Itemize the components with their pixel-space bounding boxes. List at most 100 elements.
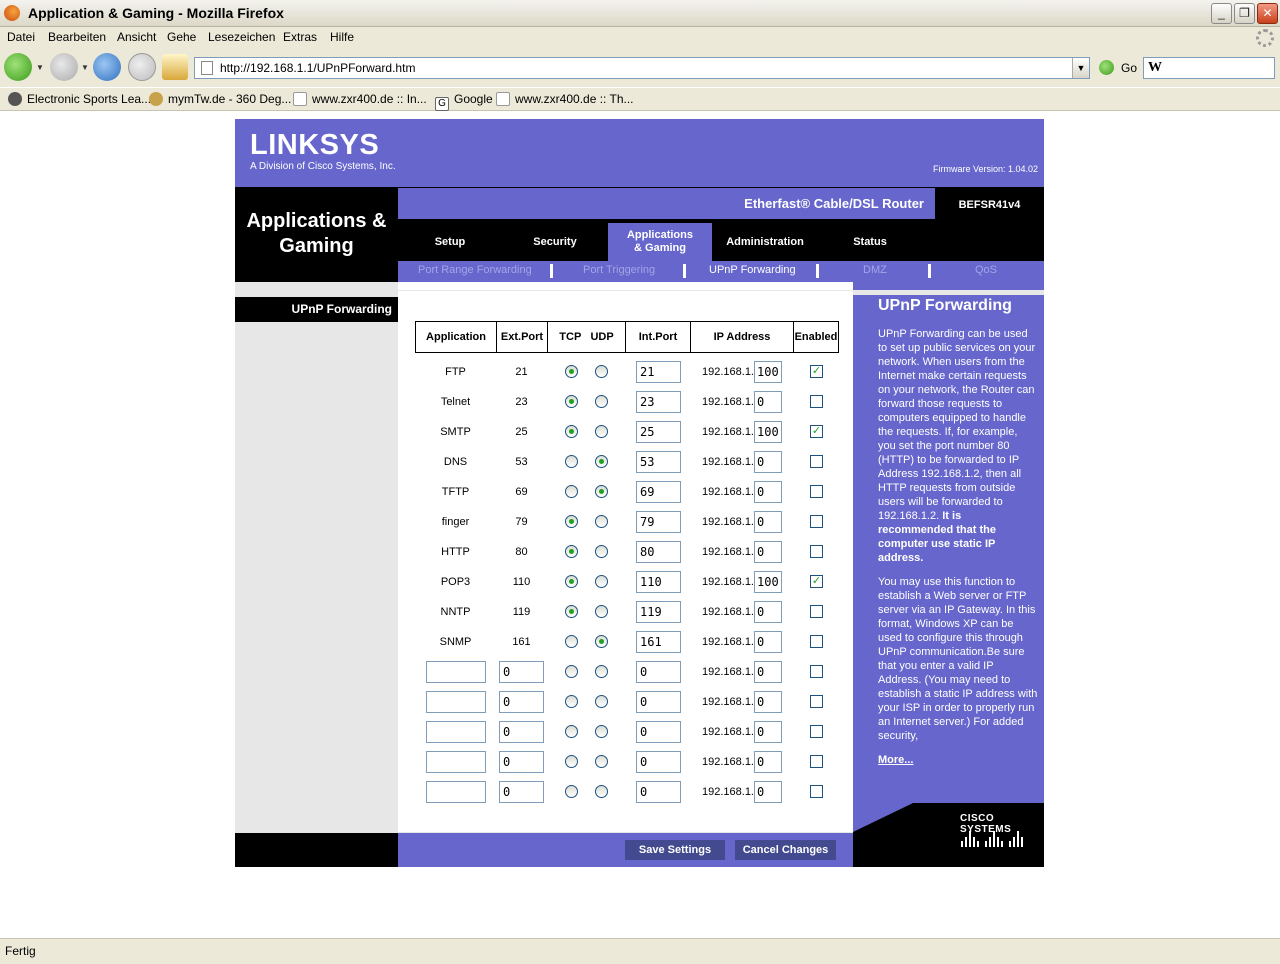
minimize-button[interactable]: _ bbox=[1211, 3, 1232, 24]
enabled-checkbox[interactable] bbox=[810, 485, 823, 498]
int-port-input[interactable]: 110 bbox=[636, 571, 681, 593]
ip-last-octet-input[interactable]: 0 bbox=[754, 451, 782, 473]
tab-status[interactable]: Status bbox=[818, 223, 922, 261]
udp-radio[interactable] bbox=[595, 455, 608, 468]
menu-extras[interactable]: Extras bbox=[283, 30, 317, 44]
ip-last-octet-input[interactable]: 0 bbox=[754, 721, 782, 743]
udp-radio[interactable] bbox=[595, 395, 608, 408]
ip-last-octet-input[interactable]: 100 bbox=[754, 571, 782, 593]
tcp-radio[interactable] bbox=[565, 545, 578, 558]
cancel-changes-button[interactable]: Cancel Changes bbox=[735, 840, 836, 860]
enabled-checkbox[interactable] bbox=[810, 755, 823, 768]
tab-applications-gaming[interactable]: Applications & Gaming bbox=[608, 223, 712, 261]
subtab-qos[interactable]: QoS bbox=[975, 264, 997, 276]
enabled-checkbox[interactable] bbox=[810, 665, 823, 678]
ip-last-octet-input[interactable]: 0 bbox=[754, 391, 782, 413]
app-name-input[interactable] bbox=[426, 781, 486, 803]
more-link[interactable]: More... bbox=[878, 754, 913, 766]
search-input[interactable]: W bbox=[1143, 57, 1275, 79]
ip-last-octet-input[interactable]: 0 bbox=[754, 661, 782, 683]
save-settings-button[interactable]: Save Settings bbox=[625, 840, 725, 860]
int-port-input[interactable]: 0 bbox=[636, 751, 681, 773]
udp-radio[interactable] bbox=[595, 785, 608, 798]
ip-last-octet-input[interactable]: 100 bbox=[754, 421, 782, 443]
enabled-checkbox[interactable] bbox=[810, 545, 823, 558]
int-port-input[interactable]: 0 bbox=[636, 721, 681, 743]
int-port-input[interactable]: 21 bbox=[636, 361, 681, 383]
tcp-radio[interactable] bbox=[565, 605, 578, 618]
app-name-input[interactable] bbox=[426, 721, 486, 743]
ext-port-input[interactable]: 0 bbox=[499, 661, 544, 683]
enabled-checkbox[interactable] bbox=[810, 455, 823, 468]
udp-radio[interactable] bbox=[595, 515, 608, 528]
ip-last-octet-input[interactable]: 0 bbox=[754, 751, 782, 773]
udp-radio[interactable] bbox=[595, 665, 608, 678]
ext-port-input[interactable]: 0 bbox=[499, 721, 544, 743]
int-port-input[interactable]: 23 bbox=[636, 391, 681, 413]
udp-radio[interactable] bbox=[595, 695, 608, 708]
int-port-input[interactable]: 161 bbox=[636, 631, 681, 653]
udp-radio[interactable] bbox=[595, 725, 608, 738]
int-port-input[interactable]: 69 bbox=[636, 481, 681, 503]
udp-radio[interactable] bbox=[595, 365, 608, 378]
ip-last-octet-input[interactable]: 0 bbox=[754, 541, 782, 563]
bookmark-item[interactable]: www.zxr400.de :: In... bbox=[293, 92, 427, 106]
ext-port-input[interactable]: 0 bbox=[499, 781, 544, 803]
ip-last-octet-input[interactable]: 0 bbox=[754, 631, 782, 653]
menu-hilfe[interactable]: Hilfe bbox=[330, 30, 354, 44]
bookmark-item[interactable]: www.zxr400.de :: Th... bbox=[496, 92, 634, 106]
ip-last-octet-input[interactable]: 0 bbox=[754, 691, 782, 713]
go-icon[interactable] bbox=[1099, 60, 1114, 75]
udp-radio[interactable] bbox=[595, 635, 608, 648]
ip-last-octet-input[interactable]: 0 bbox=[754, 781, 782, 803]
ip-last-octet-input[interactable]: 0 bbox=[754, 481, 782, 503]
int-port-input[interactable]: 119 bbox=[636, 601, 681, 623]
udp-radio[interactable] bbox=[595, 575, 608, 588]
url-bar[interactable]: http://192.168.1.1/UPnPForward.htm ▼ bbox=[194, 57, 1090, 79]
tcp-radio[interactable] bbox=[565, 695, 578, 708]
app-name-input[interactable] bbox=[426, 751, 486, 773]
forward-dropdown-icon[interactable]: ▼ bbox=[81, 63, 89, 72]
enabled-checkbox[interactable] bbox=[810, 725, 823, 738]
tcp-radio[interactable] bbox=[565, 635, 578, 648]
tcp-radio[interactable] bbox=[565, 515, 578, 528]
tcp-radio[interactable] bbox=[565, 395, 578, 408]
bookmark-item[interactable]: G Google bbox=[435, 92, 493, 111]
udp-radio[interactable] bbox=[595, 485, 608, 498]
tcp-radio[interactable] bbox=[565, 725, 578, 738]
int-port-input[interactable]: 53 bbox=[636, 451, 681, 473]
forward-arrow-icon[interactable] bbox=[50, 53, 78, 81]
udp-radio[interactable] bbox=[595, 545, 608, 558]
udp-radio[interactable] bbox=[595, 425, 608, 438]
subtab-port-range-forwarding[interactable]: Port Range Forwarding bbox=[418, 264, 532, 276]
ip-last-octet-input[interactable]: 0 bbox=[754, 601, 782, 623]
udp-radio[interactable] bbox=[595, 755, 608, 768]
enabled-checkbox[interactable]: ✓ bbox=[810, 575, 823, 588]
int-port-input[interactable]: 0 bbox=[636, 661, 681, 683]
tcp-radio[interactable] bbox=[565, 425, 578, 438]
int-port-input[interactable]: 0 bbox=[636, 691, 681, 713]
tcp-radio[interactable] bbox=[565, 785, 578, 798]
enabled-checkbox[interactable] bbox=[810, 785, 823, 798]
ext-port-input[interactable]: 0 bbox=[499, 751, 544, 773]
enabled-checkbox[interactable]: ✓ bbox=[810, 365, 823, 378]
udp-radio[interactable] bbox=[595, 605, 608, 618]
menu-bearbeiten[interactable]: Bearbeiten bbox=[48, 30, 106, 44]
enabled-checkbox[interactable] bbox=[810, 635, 823, 648]
go-button[interactable]: Go bbox=[1121, 61, 1137, 75]
subtab-port-triggering[interactable]: Port Triggering bbox=[583, 264, 655, 276]
ip-last-octet-input[interactable]: 100 bbox=[754, 361, 782, 383]
menu-gehe[interactable]: Gehe bbox=[167, 30, 196, 44]
tab-security[interactable]: Security bbox=[502, 223, 608, 261]
url-text[interactable]: http://192.168.1.1/UPnPForward.htm bbox=[220, 61, 415, 75]
maximize-button[interactable]: ❐ bbox=[1234, 3, 1255, 24]
tcp-radio[interactable] bbox=[565, 365, 578, 378]
int-port-input[interactable]: 79 bbox=[636, 511, 681, 533]
int-port-input[interactable]: 0 bbox=[636, 781, 681, 803]
app-name-input[interactable] bbox=[426, 691, 486, 713]
bookmark-item[interactable]: Electronic Sports Lea... bbox=[8, 92, 151, 106]
tab-setup[interactable]: Setup bbox=[398, 223, 502, 261]
tcp-radio[interactable] bbox=[565, 455, 578, 468]
reload-icon[interactable] bbox=[93, 53, 121, 81]
int-port-input[interactable]: 80 bbox=[636, 541, 681, 563]
